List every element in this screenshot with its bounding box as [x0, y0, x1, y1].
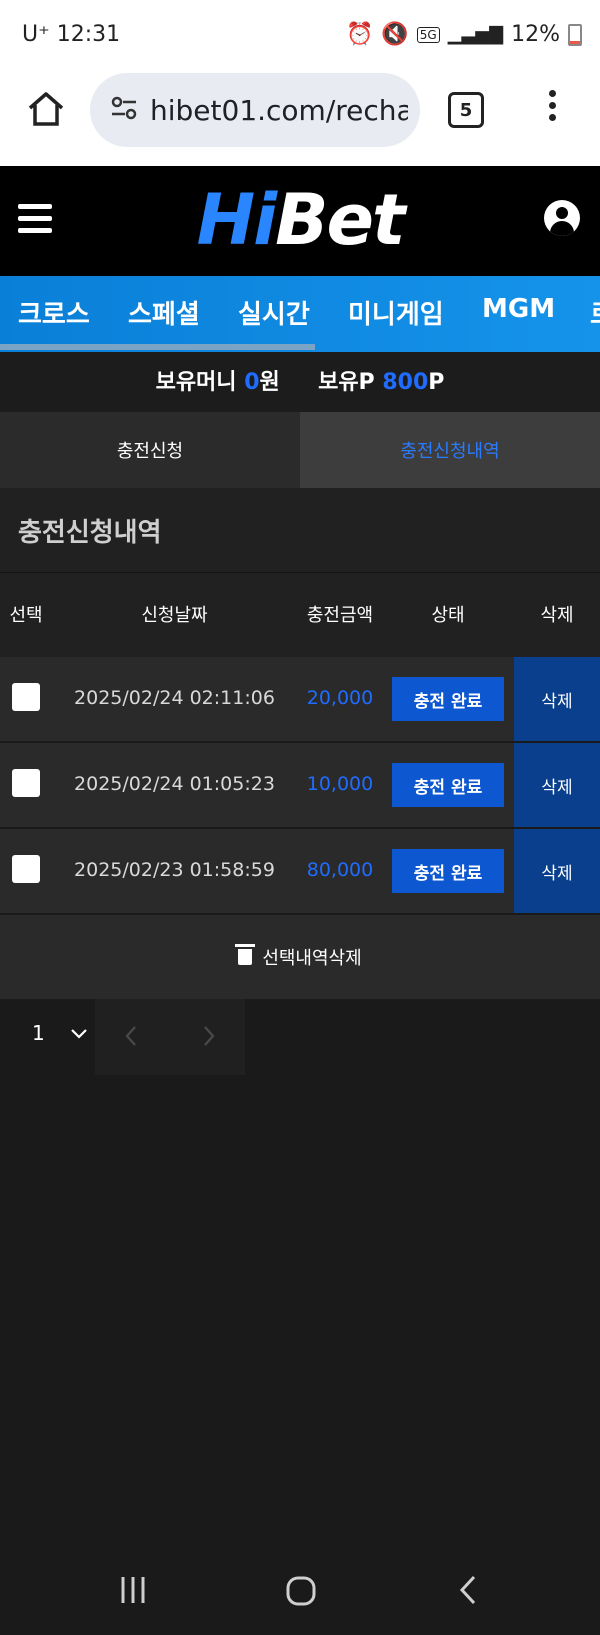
alarm-icon: ⏰ — [345, 22, 374, 47]
signal-icon: ▁▃▅▇ — [447, 24, 504, 45]
tab-recharge-history[interactable]: 충전신청내역 — [300, 412, 600, 488]
table-row: 2025/02/24 02:11:06 20,000 충전 완료 삭제 — [0, 657, 600, 743]
delete-button[interactable]: 삭제 — [514, 743, 600, 827]
nav-item-live[interactable]: 실시간 — [238, 294, 310, 331]
page-number[interactable]: 1 — [32, 1021, 45, 1045]
chevron-down-icon[interactable] — [70, 1025, 88, 1044]
site-logo[interactable]: Hi Bet — [170, 179, 430, 261]
row-date: 2025/02/23 01:58:59 — [74, 859, 275, 881]
pagination: 1 — [0, 999, 600, 1075]
row-date: 2025/02/24 02:11:06 — [74, 687, 275, 709]
row-date: 2025/02/24 01:05:23 — [74, 773, 275, 795]
recharge-tabs: 충전신청 충전신청내역 — [0, 412, 600, 488]
next-page-icon[interactable] — [202, 1025, 216, 1051]
status-time: U⁺ 12:31 — [22, 22, 121, 47]
home-icon[interactable] — [26, 90, 66, 132]
row-checkbox[interactable] — [12, 855, 40, 883]
status-bar: U⁺ 12:31 ⏰ 🔇 5G ▁▃▅▇ 12% — [0, 0, 600, 70]
nav-item-special[interactable]: 스페셜 — [128, 294, 200, 331]
status-badge: 충전 완료 — [392, 849, 504, 893]
address-bar[interactable]: hibet01.com/recha — [90, 73, 420, 147]
nav-item-cross[interactable]: 크로스 — [18, 294, 90, 331]
row-amount: 20,000 — [306, 687, 374, 709]
row-checkbox[interactable] — [12, 683, 40, 711]
user-account-icon[interactable] — [544, 200, 580, 236]
tab-recharge-request[interactable]: 충전신청 — [0, 412, 300, 488]
balance-bar: 보유머니 0원 보유P 800P — [0, 352, 600, 412]
more-menu-icon[interactable] — [546, 90, 558, 121]
site-settings-icon[interactable] — [110, 95, 138, 125]
page-nav-box — [95, 999, 245, 1075]
nav-item-minigame[interactable]: 미니게임 — [348, 294, 444, 331]
header-amount: 충전금액 — [306, 605, 374, 626]
money-unit: 원 — [259, 370, 280, 395]
nav-item-mgm[interactable]: MGM — [482, 294, 555, 324]
back-icon[interactable] — [458, 1575, 478, 1609]
prev-page-icon[interactable] — [124, 1025, 138, 1051]
delete-button[interactable]: 삭제 — [514, 657, 600, 741]
status-icons: ⏰ 🔇 5G ▁▃▅▇ 12% — [346, 22, 582, 47]
money-label: 보유머니 — [155, 370, 237, 395]
site-header: Hi Bet — [0, 166, 600, 276]
recent-apps-icon[interactable] — [118, 1575, 148, 1609]
row-amount: 80,000 — [306, 859, 374, 881]
header-status: 상태 — [431, 605, 465, 626]
mute-icon: 🔇 — [381, 22, 409, 47]
trash-icon — [235, 944, 256, 965]
status-badge: 충전 완료 — [392, 763, 504, 807]
nav-scroll-indicator — [0, 344, 315, 350]
android-nav-bar — [0, 1545, 600, 1635]
delete-selected-label: 선택내역삭제 — [262, 948, 362, 969]
section-title: 충전신청내역 — [18, 518, 162, 548]
point-label: 보유P — [318, 370, 375, 395]
table-header: 선택 신청날짜 충전금액 상태 삭제 — [0, 572, 600, 658]
delete-selected-button[interactable]: 선택내역삭제 — [0, 915, 600, 999]
section-header: 충전신청내역 — [0, 488, 600, 572]
money-value: 0 — [244, 370, 260, 395]
header-delete: 삭제 — [540, 605, 574, 626]
game-category-nav: 크로스 스페셜 실시간 미니게임 MGM 로 — [0, 276, 600, 352]
header-select: 선택 — [9, 605, 43, 626]
row-checkbox[interactable] — [12, 769, 40, 797]
battery-percent: 12% — [511, 22, 560, 47]
row-amount: 10,000 — [306, 773, 374, 795]
browser-bar: hibet01.com/recha 5 — [0, 70, 600, 167]
nav-item-more[interactable]: 로 — [590, 294, 600, 331]
table-row: 2025/02/24 01:05:23 10,000 충전 완료 삭제 — [0, 743, 600, 829]
status-badge: 충전 완료 — [392, 677, 504, 721]
hamburger-menu-icon[interactable] — [18, 204, 52, 233]
tab-switcher-button[interactable]: 5 — [448, 92, 484, 128]
header-date: 신청날짜 — [141, 605, 208, 626]
table-row: 2025/02/23 01:58:59 80,000 충전 완료 삭제 — [0, 829, 600, 915]
battery-icon — [568, 23, 582, 46]
network-label: 5G — [416, 26, 440, 43]
delete-button[interactable]: 삭제 — [514, 829, 600, 913]
url-text: hibet01.com/recha — [150, 93, 408, 127]
point-value: 800 — [382, 370, 429, 395]
home-button-icon[interactable] — [285, 1575, 317, 1611]
point-unit: P — [428, 370, 445, 395]
